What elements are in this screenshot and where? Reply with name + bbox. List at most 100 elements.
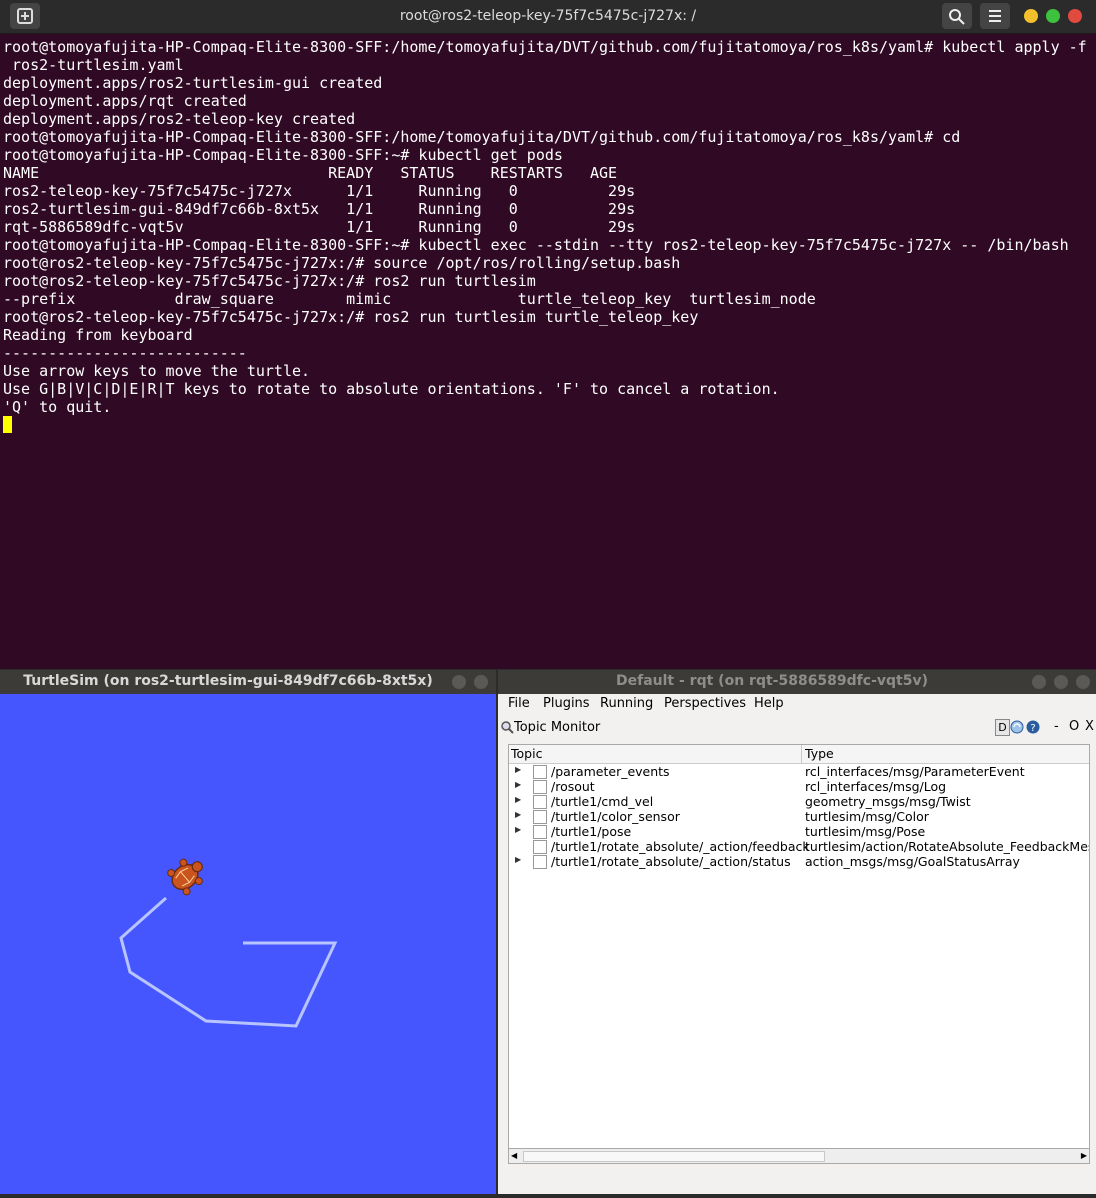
terminal-line: ros2-turtlesim-gui-849df7c66b-8xt5x 1/1 …	[3, 200, 636, 218]
menu-file[interactable]: File	[508, 696, 530, 711]
scroll-thumb[interactable]	[523, 1151, 825, 1162]
minimize-button[interactable]	[1024, 9, 1038, 23]
magnifier-icon	[501, 721, 514, 734]
tree-header: Topic Type	[509, 745, 1089, 764]
expand-arrow-icon[interactable]: ▶	[515, 810, 521, 819]
terminal-title: root@ros2-teleop-key-75f7c5475c-j727x: /	[399, 8, 697, 24]
turtle-path-drawing	[119, 858, 338, 1028]
topic-checkbox[interactable]	[533, 810, 547, 824]
options-plugin-button[interactable]: O	[1069, 719, 1079, 734]
scroll-right-icon[interactable]: ▶	[1081, 1151, 1087, 1160]
menu-plugins[interactable]: Plugins	[543, 696, 590, 711]
terminal-window: root@ros2-teleop-key-75f7c5475c-j727x: /…	[0, 0, 1096, 669]
terminal-line: ---------------------------	[3, 344, 247, 362]
terminal-line: 'Q' to quit.	[3, 398, 112, 416]
topic-checkbox[interactable]	[533, 780, 547, 794]
terminal-line: Reading from keyboard	[3, 326, 193, 344]
topic-row[interactable]: ▶ /parameter_events rcl_interfaces/msg/Par…	[509, 764, 1089, 779]
close-button[interactable]	[1076, 675, 1090, 689]
topic-checkbox[interactable]	[533, 765, 547, 779]
expand-arrow-icon[interactable]: ▶	[515, 855, 521, 864]
turtlesim-window: TurtleSim (on ros2-turtlesim-gui-849df7c…	[0, 670, 496, 1194]
horizontal-scrollbar[interactable]: ◀ ▶	[508, 1148, 1090, 1164]
topic-row[interactable]: /turtle1/rotate_absolute/_action/feedbac…	[509, 839, 1089, 854]
menu-perspectives[interactable]: Perspectives	[664, 696, 746, 711]
topic-row[interactable]: ▶ /turtle1/pose turtlesim/msg/Pose	[509, 824, 1089, 839]
topic-row[interactable]: ▶ /turtle1/cmd_vel geometry_msgs/msg/Twist	[509, 794, 1089, 809]
topic-checkbox[interactable]	[533, 825, 547, 839]
terminal-line: root@ros2-teleop-key-75f7c5475c-j727x:/#…	[3, 308, 699, 326]
terminal-line: root@tomoyafujita-HP-Compaq-Elite-8300-S…	[3, 128, 961, 146]
terminal-line: Use G|B|V|C|D|E|R|T keys to rotate to ab…	[3, 380, 780, 398]
dock-button[interactable]: D	[995, 719, 1010, 736]
menu-button[interactable]	[980, 3, 1010, 29]
close-button[interactable]	[474, 675, 488, 689]
column-type[interactable]: Type	[805, 746, 834, 762]
topic-row[interactable]: ▶ /turtle1/color_sensor turtlesim/msg/Colo…	[509, 809, 1089, 824]
topic-name: /parameter_events	[551, 764, 670, 779]
search-icon	[949, 9, 965, 25]
turtlesim-title: TurtleSim (on ros2-turtlesim-gui-849df7c…	[23, 673, 433, 689]
turtle-trail	[119, 896, 338, 1028]
terminal-line: deployment.apps/ros2-teleop-key created	[3, 110, 356, 128]
reload-icon[interactable]	[1010, 720, 1024, 734]
topic-type: turtlesim/action/RotateAbsolute_Feedback…	[805, 839, 1089, 854]
column-topic[interactable]: Topic	[511, 746, 542, 762]
search-button[interactable]	[942, 3, 972, 29]
topic-type: turtlesim/msg/Pose	[805, 824, 926, 839]
minimize-plugin-button[interactable]: -	[1054, 719, 1059, 734]
topic-type: rcl_interfaces/msg/Log	[805, 779, 947, 794]
expand-arrow-icon[interactable]: ▶	[515, 765, 521, 774]
turtlesim-canvas	[0, 694, 496, 1194]
rqt-titlebar: Default - rqt (on rqt-5886589dfc-vqt5v)	[498, 670, 1096, 694]
topic-tree[interactable]: Topic Type ▶ /parameter_events rcl_interfa…	[508, 744, 1090, 1151]
expand-arrow-icon[interactable]: ▶	[515, 780, 521, 789]
plugin-header: Topic Monitor D ? - O X	[498, 716, 1096, 740]
topic-checkbox[interactable]	[533, 795, 547, 809]
maximize-button[interactable]	[1054, 675, 1068, 689]
svg-text:?: ?	[1030, 723, 1035, 734]
menu-help[interactable]: Help	[754, 696, 784, 711]
topic-checkbox[interactable]	[533, 840, 547, 854]
minimize-button[interactable]	[1032, 675, 1046, 689]
turtle-icon	[167, 858, 203, 896]
close-plugin-button[interactable]: X	[1085, 719, 1094, 734]
close-button[interactable]	[1068, 9, 1082, 23]
plugin-title: Topic Monitor	[514, 720, 601, 735]
maximize-button[interactable]	[1046, 9, 1060, 23]
rqt-window: Default - rqt (on rqt-5886589dfc-vqt5v) …	[498, 670, 1096, 1194]
terminal-line: root@tomoyafujita-HP-Compaq-Elite-8300-S…	[3, 38, 1087, 56]
menu-running[interactable]: Running	[600, 696, 653, 711]
hamburger-icon	[989, 10, 1001, 22]
scroll-left-icon[interactable]: ◀	[511, 1151, 517, 1160]
text-cursor	[3, 416, 12, 433]
terminal-line: deployment.apps/rqt created	[3, 92, 247, 110]
terminal-line: root@tomoyafujita-HP-Compaq-Elite-8300-S…	[3, 146, 563, 164]
terminal-titlebar: root@ros2-teleop-key-75f7c5475c-j727x: /	[0, 0, 1096, 34]
expand-arrow-icon[interactable]: ▶	[515, 795, 521, 804]
topic-name: /turtle1/color_sensor	[551, 809, 680, 824]
topic-row[interactable]: ▶ /turtle1/rotate_absolute/_action/status…	[509, 854, 1089, 869]
terminal-line: Use arrow keys to move the turtle.	[3, 362, 311, 380]
rqt-menubar: File Plugins Running Perspectives Help	[498, 694, 1096, 716]
terminal-line: --prefix draw_square mimic turtle_teleop…	[3, 290, 816, 308]
reload-help-icons: ?	[1010, 720, 1040, 735]
terminal-output[interactable]: root@tomoyafujita-HP-Compaq-Elite-8300-S…	[3, 38, 1093, 434]
topic-type: geometry_msgs/msg/Twist	[805, 794, 971, 809]
topic-name: /rosout	[551, 779, 595, 794]
terminal-line: NAME READY STATUS RESTARTS AGE	[3, 164, 618, 182]
terminal-line: root@tomoyafujita-HP-Compaq-Elite-8300-S…	[3, 236, 1069, 254]
topic-checkbox[interactable]	[533, 855, 547, 869]
topic-name: /turtle1/pose	[551, 824, 632, 839]
rqt-title: Default - rqt (on rqt-5886589dfc-vqt5v)	[616, 673, 928, 689]
terminal-line: ros2-turtlesim.yaml	[3, 56, 184, 74]
turtlesim-titlebar: TurtleSim (on ros2-turtlesim-gui-849df7c…	[0, 670, 496, 694]
minimize-button[interactable]	[452, 675, 466, 689]
topic-row[interactable]: ▶ /rosout rcl_interfaces/msg/Log	[509, 779, 1089, 794]
topic-name: /turtle1/rotate_absolute/_action/status	[551, 854, 791, 869]
terminal-line: root@ros2-teleop-key-75f7c5475c-j727x:/#…	[3, 272, 536, 290]
help-icon[interactable]: ?	[1026, 720, 1040, 735]
terminal-line: ros2-teleop-key-75f7c5475c-j727x 1/1 Run…	[3, 182, 636, 200]
terminal-line: deployment.apps/ros2-turtlesim-gui creat…	[3, 74, 383, 92]
expand-arrow-icon[interactable]: ▶	[515, 825, 521, 834]
